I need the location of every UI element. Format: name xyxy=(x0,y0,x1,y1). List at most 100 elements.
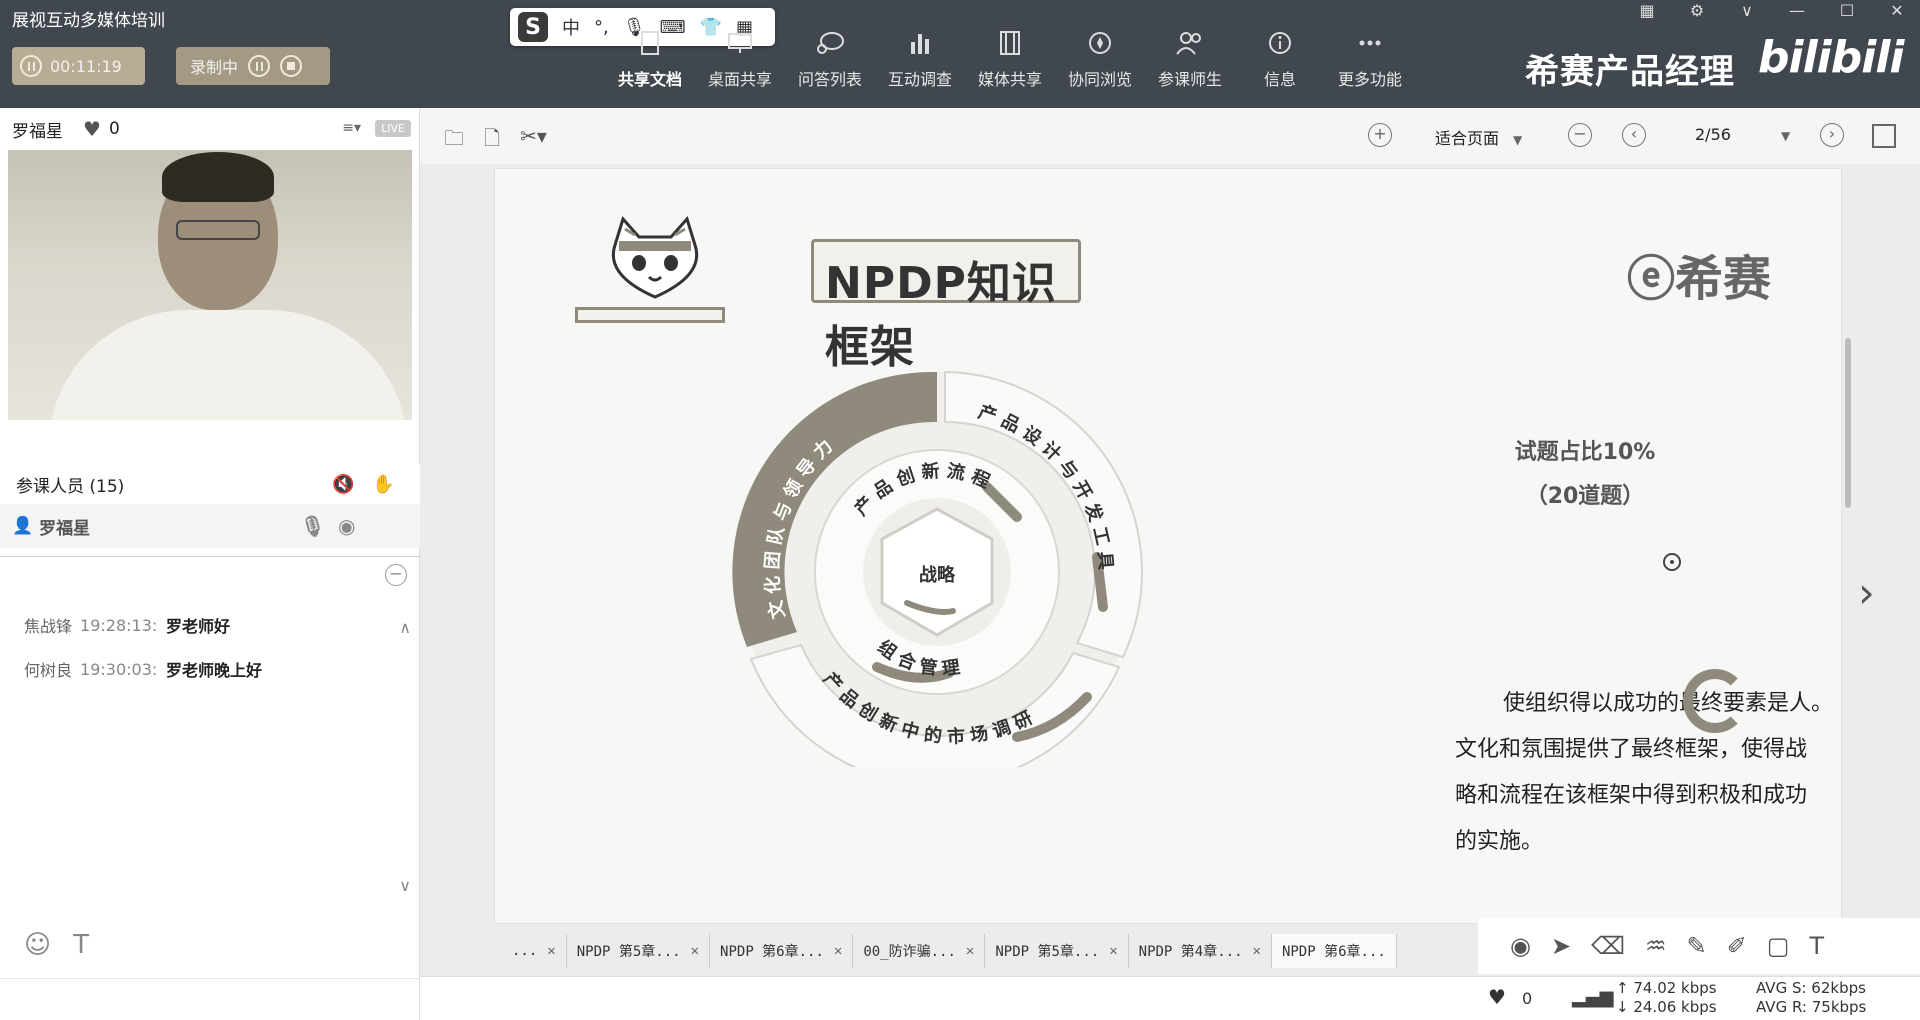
status-bar: ♥ 0 ▂▄▆ ↑ 74.02 kbps ↓ 24.06 kbps AVG S:… xyxy=(420,976,1920,1020)
slide-logo: ⓔ希赛 xyxy=(1627,239,1771,309)
emoji-icon[interactable]: ☺ xyxy=(24,930,51,960)
zoom-in-icon[interactable]: + xyxy=(1368,123,1392,147)
content-area: 🗀 🗋 ✂▾ + 适合页面 ▼ − ‹ 2/56 ▼ › NPDP知识框架 ⓔ希… xyxy=(420,108,1920,1020)
brush-icon[interactable]: ♒ xyxy=(1645,932,1667,960)
document-icon xyxy=(641,31,659,55)
close-icon[interactable]: ✕ xyxy=(1888,2,1906,20)
record-stop-icon[interactable] xyxy=(280,55,303,77)
fullscreen-icon[interactable] xyxy=(1872,124,1896,148)
slide-scrollbar[interactable] xyxy=(1845,338,1851,508)
camera-icon[interactable]: ◉ xyxy=(338,514,355,538)
close-icon[interactable]: ✕ xyxy=(547,943,555,959)
ratio-line2: （20道题） xyxy=(1525,484,1645,509)
close-icon[interactable]: ✕ xyxy=(1253,943,1261,959)
settings-icon[interactable]: ⚙ xyxy=(1688,2,1706,20)
ime-lang[interactable]: 中 xyxy=(562,14,580,40)
page-prev-icon[interactable]: ‹ xyxy=(1622,123,1646,147)
close-icon[interactable]: ✕ xyxy=(1109,943,1117,959)
desc-line: 文化和氛围提供了最终框架，使得战 xyxy=(1455,737,1808,762)
mic-icon[interactable]: 🎙 xyxy=(300,514,325,538)
minimize-icon[interactable]: — xyxy=(1788,2,1806,20)
text-tool-icon[interactable]: T xyxy=(1809,932,1824,960)
ime-logo[interactable]: S xyxy=(518,12,548,42)
heart-icon[interactable]: ♥ xyxy=(1488,985,1506,1009)
close-icon[interactable]: ✕ xyxy=(966,943,974,959)
doc-tab[interactable]: NPDP 第4章... ✕ xyxy=(1128,934,1272,968)
signal-icon: ▂▄▆ xyxy=(1572,987,1614,1008)
next-page-icon[interactable]: › xyxy=(1858,568,1875,617)
toolbar-info[interactable]: 信息 xyxy=(1235,16,1325,96)
toolbar-more[interactable]: 更多功能 xyxy=(1325,16,1415,96)
collapse-icon[interactable]: − xyxy=(385,564,407,586)
pause-icon[interactable] xyxy=(20,55,42,77)
maximize-icon[interactable]: ☐ xyxy=(1838,2,1856,20)
toolbar-participants[interactable]: 参课师生 xyxy=(1145,16,1235,96)
page-indicator[interactable]: 2/56 ▼ xyxy=(1695,125,1815,144)
record-dot-icon[interactable]: ◉ xyxy=(1510,932,1531,960)
scroll-down-icon[interactable]: ∨ xyxy=(399,876,411,895)
ratio-line1: 试题占比10% xyxy=(1514,440,1656,465)
toolbar-desktop-share[interactable]: 桌面共享 xyxy=(695,16,785,96)
framework-diagram: 文化团队与领导力 产品设计与开发工具 产品创新中的市场调研 产品创新流程 组合管… xyxy=(732,370,1143,767)
chat-input[interactable] xyxy=(0,978,420,1020)
user-icon: 👤 xyxy=(12,516,40,536)
brand-name: 希赛产品经理 xyxy=(1525,52,1735,92)
chat-user: 焦战锋 xyxy=(24,617,73,636)
toolbar-label: 协同浏览 xyxy=(1067,70,1132,89)
logo-text: 希赛 xyxy=(1675,251,1772,307)
compass-icon xyxy=(1089,32,1111,54)
toolbar-survey[interactable]: 互动调查 xyxy=(875,16,965,96)
doc-tab-active[interactable]: NPDP 第6章... xyxy=(1271,934,1397,968)
doc-tab[interactable]: ... ✕ xyxy=(502,934,567,968)
scissors-icon[interactable]: ✂▾ xyxy=(520,124,547,158)
host-likes: 0 xyxy=(108,119,120,139)
window-title: 展视互动多媒体培训 xyxy=(12,11,165,31)
host-video xyxy=(8,150,412,420)
hand-icon[interactable]: ✋ xyxy=(372,474,394,496)
download-speed: 24.06 kbps xyxy=(1633,998,1717,1016)
top-bar: 展视互动多媒体培训 00:11:19 录制中 S 中 °, 🎙 ⌨ 👕 ▦ 共享… xyxy=(0,0,1920,108)
tab-label: ... xyxy=(512,943,538,959)
eraser-icon[interactable]: ⌫ xyxy=(1591,932,1625,960)
tab-label: NPDP 第6章... xyxy=(1281,944,1386,960)
record-pill[interactable]: 录制中 xyxy=(176,47,330,85)
text-format-icon[interactable]: T xyxy=(73,930,89,960)
toolbar-media-share[interactable]: 媒体共享 xyxy=(965,16,1055,96)
attendee-member[interactable]: 👤 罗福星 🎙 ◉ xyxy=(0,504,420,548)
highlighter-icon[interactable]: ✐ xyxy=(1727,932,1747,960)
timer-pill[interactable]: 00:11:19 xyxy=(12,47,145,85)
slide-title: NPDP知识框架 xyxy=(825,258,1057,373)
annotation-mark xyxy=(1683,669,1747,733)
chat-text: 罗老师晚上好 xyxy=(166,661,263,680)
doc-tab[interactable]: 00_防诈骗... ✕ xyxy=(853,934,986,968)
doc-tab[interactable]: NPDP 第6章... ✕ xyxy=(710,934,854,968)
heart-icon[interactable]: ♥ xyxy=(83,117,101,141)
file-icon[interactable]: 🗋 xyxy=(484,124,500,158)
close-icon[interactable]: ✕ xyxy=(691,943,699,959)
toolbar-share-doc[interactable]: 共享文档 xyxy=(605,16,695,96)
toolbar-cobrowse[interactable]: 协同浏览 xyxy=(1055,16,1145,96)
chevron-down-icon[interactable]: ∨ xyxy=(1738,2,1756,20)
doc-tab[interactable]: NPDP 第5章... ✕ xyxy=(566,934,711,968)
record-pause-icon[interactable] xyxy=(248,55,271,77)
zoom-select[interactable]: 适合页面 ▼ xyxy=(1435,125,1522,149)
chat-text: 罗老师好 xyxy=(166,617,231,636)
attendee-count: 参课人员 (15) xyxy=(16,476,125,497)
pointer-icon[interactable]: ➤ xyxy=(1551,932,1571,960)
document-tabs: ... ✕ NPDP 第5章... ✕ NPDP 第6章... ✕ 00_防诈骗...… xyxy=(502,934,1397,968)
attendee-header: 参课人员 (15) 🔇 ✋ xyxy=(0,464,420,504)
list-icon[interactable]: ≡▾ xyxy=(342,120,361,136)
video-glasses xyxy=(176,220,260,240)
page-next-icon[interactable]: › xyxy=(1820,123,1844,147)
doc-tab[interactable]: NPDP 第5章... ✕ xyxy=(985,934,1129,968)
rectangle-icon[interactable]: ▢ xyxy=(1767,932,1790,960)
info-icon xyxy=(1269,32,1291,54)
pen-icon[interactable]: ✎ xyxy=(1687,932,1707,960)
toolbar-qa-list[interactable]: 问答列表 xyxy=(785,16,875,96)
zoom-out-icon[interactable]: − xyxy=(1568,123,1592,147)
close-icon[interactable]: ✕ xyxy=(834,943,842,959)
layout-icon[interactable]: ▦ xyxy=(1638,2,1656,20)
folder-icon[interactable]: 🗀 xyxy=(444,124,464,158)
mute-all-icon[interactable]: 🔇 xyxy=(332,474,354,496)
slide-description: 使组织得以成功的最终要素是人。 文化和氛围提供了最终框架，使得战 略和流程在该框… xyxy=(1455,681,1841,865)
